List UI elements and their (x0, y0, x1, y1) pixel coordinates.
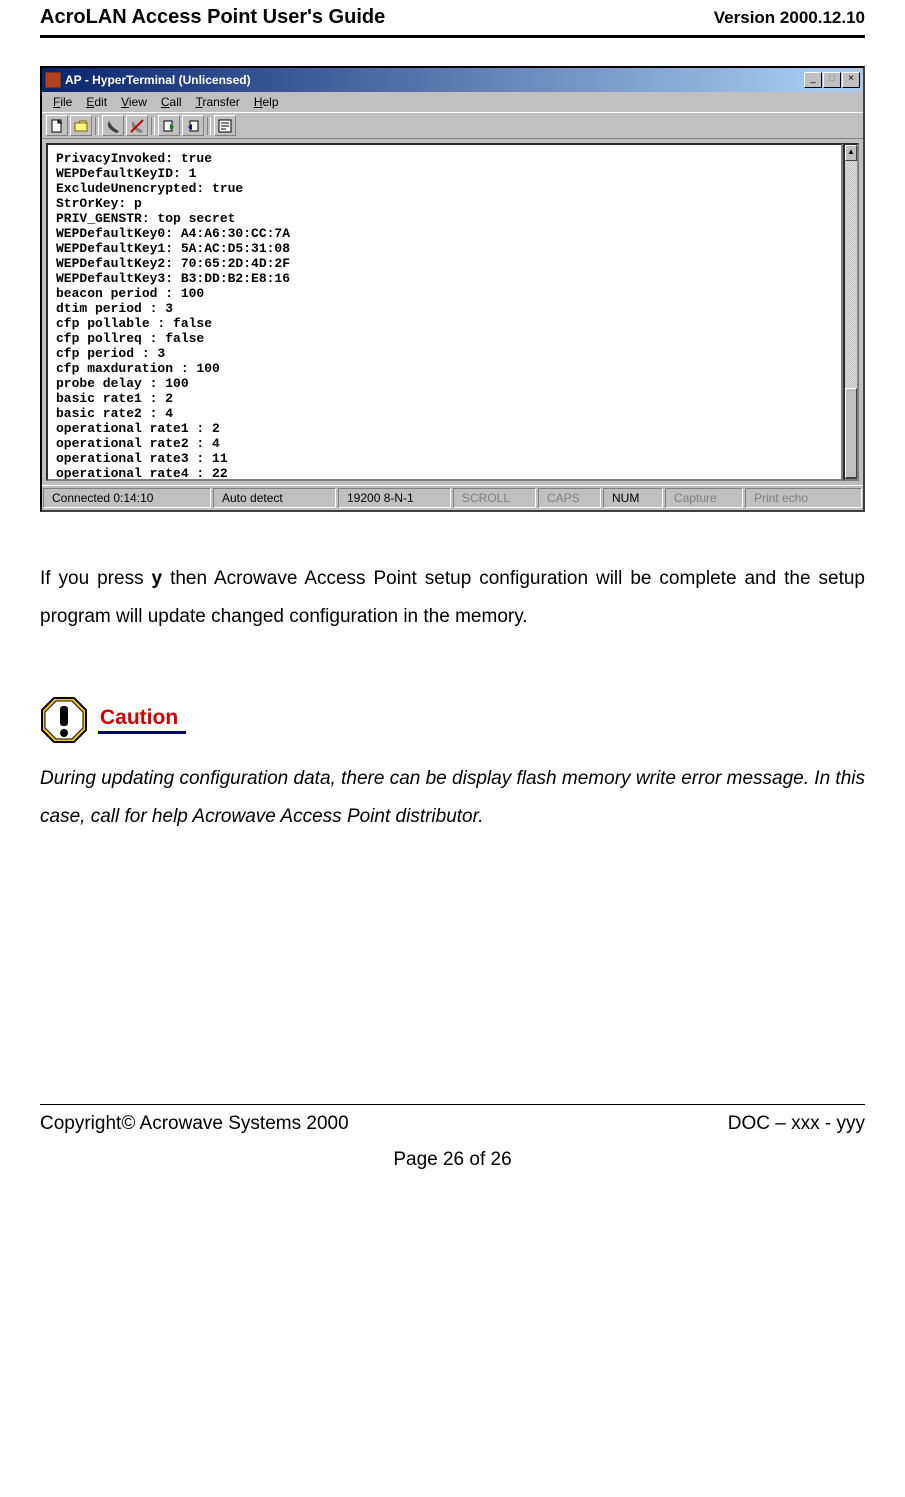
send-file-icon (162, 119, 176, 133)
footer-rule (40, 1104, 865, 1105)
maximize-button[interactable]: □ (823, 72, 841, 88)
app-icon (45, 72, 61, 88)
scroll-up-button[interactable]: ▲ (845, 145, 857, 161)
footer-right: DOC – xxx - yyy (728, 1113, 865, 1135)
header-title-left: AcroLAN Access Point User's Guide (40, 6, 385, 29)
terminal-output[interactable]: PrivacyInvoked: true WEPDefaultKeyID: 1 … (46, 143, 843, 481)
status-detect: Auto detect (213, 488, 336, 508)
menu-edit[interactable]: Edit (79, 93, 114, 111)
toolbar (42, 112, 863, 139)
properties-icon (218, 119, 232, 133)
window-title: AP - HyperTerminal (Unlicensed) (65, 73, 804, 87)
body-paragraph-1: If you press y then Acrowave Access Poin… (40, 560, 865, 636)
window-controls: _ □ × (804, 72, 860, 88)
vertical-scrollbar[interactable]: ▲ ▼ (843, 143, 859, 481)
menu-transfer[interactable]: Transfer (189, 93, 247, 111)
new-file-icon (50, 119, 64, 133)
client-area: PrivacyInvoked: true WEPDefaultKeyID: 1 … (42, 139, 863, 485)
toolbar-separator (206, 115, 212, 136)
open-folder-icon (74, 119, 88, 133)
status-scroll: SCROLL (453, 488, 536, 508)
minimize-button[interactable]: _ (804, 72, 822, 88)
caution-paragraph: During updating configuration data, ther… (40, 760, 865, 836)
caution-label: Caution (98, 706, 186, 734)
status-bar: Connected 0:14:10 Auto detect 19200 8-N-… (42, 485, 863, 510)
scroll-thumb[interactable] (845, 388, 857, 478)
para1-pre: If you press (40, 568, 152, 589)
scroll-track[interactable] (845, 161, 857, 463)
close-button[interactable]: × (842, 72, 860, 88)
window-titlebar[interactable]: AP - HyperTerminal (Unlicensed) _ □ × (42, 68, 863, 92)
footer-left: Copyright© Acrowave Systems 2000 (40, 1113, 349, 1135)
menu-help[interactable]: Help (247, 93, 286, 111)
caution-heading: Caution (40, 696, 865, 744)
status-printecho: Print echo (745, 488, 862, 508)
header-rule (40, 35, 865, 38)
para1-post: then Acrowave Access Point setup configu… (40, 568, 865, 627)
connect-button[interactable] (102, 115, 124, 136)
phone-hangup-icon (130, 119, 144, 133)
menu-bar: File Edit View Call Transfer Help (42, 92, 863, 112)
receive-button[interactable] (182, 115, 204, 136)
caution-icon (40, 696, 88, 744)
para1-bold: y (152, 568, 163, 589)
menu-call[interactable]: Call (154, 93, 189, 111)
toolbar-separator (94, 115, 100, 136)
receive-file-icon (186, 119, 200, 133)
menu-file[interactable]: File (46, 93, 79, 111)
disconnect-button[interactable] (126, 115, 148, 136)
new-button[interactable] (46, 115, 68, 136)
send-button[interactable] (158, 115, 180, 136)
footer-center: Page 26 of 26 (40, 1149, 865, 1171)
status-num: NUM (603, 488, 663, 508)
toolbar-separator (150, 115, 156, 136)
status-connected: Connected 0:14:10 (43, 488, 211, 508)
phone-icon (106, 119, 120, 133)
footer-row: Copyright© Acrowave Systems 2000 DOC – x… (40, 1113, 865, 1135)
page-header: AcroLAN Access Point User's Guide Versio… (40, 0, 865, 29)
menu-view[interactable]: View (114, 93, 154, 111)
hyperterminal-window: AP - HyperTerminal (Unlicensed) _ □ × Fi… (40, 66, 865, 512)
open-button[interactable] (70, 115, 92, 136)
status-port: 19200 8-N-1 (338, 488, 451, 508)
header-title-right: Version 2000.12.10 (714, 8, 865, 28)
status-caps: CAPS (538, 488, 601, 508)
properties-button[interactable] (214, 115, 236, 136)
status-capture: Capture (665, 488, 743, 508)
